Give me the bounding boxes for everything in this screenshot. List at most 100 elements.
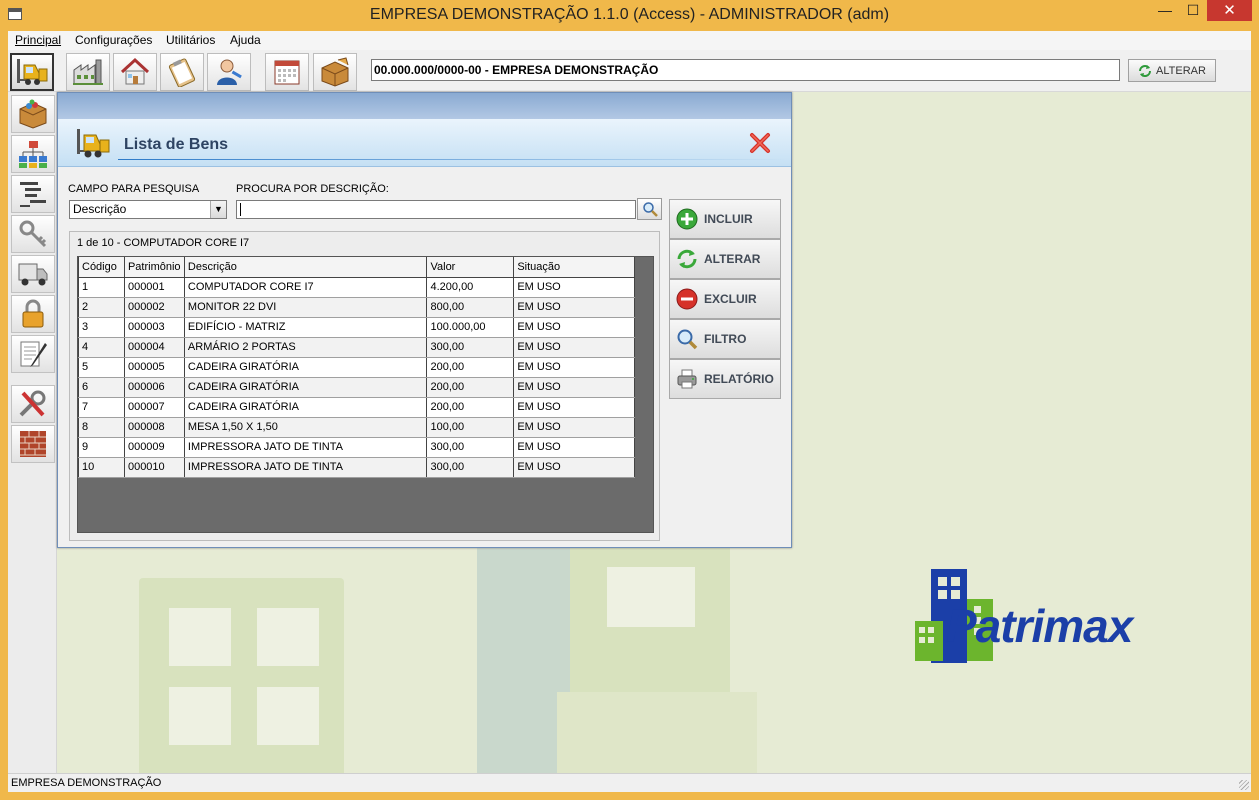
- alterar-company-button[interactable]: ALTERAR: [1128, 59, 1216, 82]
- forklift-icon: [17, 59, 48, 85]
- cell-patrimonio: 000004: [124, 337, 185, 358]
- truck-icon: [18, 263, 48, 286]
- cell-situacao: EM USO: [513, 297, 635, 318]
- table-row[interactable]: 7 000007 CADEIRA GIRATÓRIA 200,00 EM USO: [78, 397, 635, 418]
- cell-codigo: 5: [78, 357, 125, 378]
- menu-principal[interactable]: Principal: [15, 33, 61, 47]
- toolbar-factory-button[interactable]: [66, 53, 110, 91]
- filtro-button[interactable]: FILTRO: [669, 319, 781, 359]
- menu-bar: Principal Configurações Utilitários Ajud…: [8, 31, 1251, 50]
- toolbar-house-button[interactable]: [113, 53, 157, 91]
- sidebar-box-button[interactable]: [11, 95, 55, 133]
- window-title: EMPRESA DEMONSTRAÇÃO 1.1.0 (Access) - AD…: [369, 6, 890, 23]
- printer-icon: [677, 369, 697, 389]
- forklift-icon: [77, 129, 110, 158]
- keys-icon: [19, 220, 47, 248]
- box-icon: [321, 57, 349, 87]
- company-field[interactable]: 00.000.000/0000-00 - EMPRESA DEMONSTRAÇÃ…: [371, 59, 1120, 81]
- magnifier-icon: [677, 329, 698, 350]
- table-row[interactable]: 9 000009 IMPRESSORA JATO DE TINTA 300,00 EM …: [78, 437, 635, 458]
- title-bar[interactable]: EMPRESA DEMONSTRAÇÃO 1.1.0 (Access) - AD…: [0, 0, 1259, 31]
- cell-patrimonio: 000008: [124, 417, 185, 438]
- dialog-top-bar[interactable]: [58, 93, 791, 119]
- cell-situacao: EM USO: [513, 277, 635, 298]
- alterar-button[interactable]: ALTERAR: [669, 239, 781, 279]
- close-icon[interactable]: [748, 131, 772, 155]
- toolbar-bens-button[interactable]: [10, 53, 54, 91]
- cell-codigo: 3: [78, 317, 125, 338]
- menu-ajuda[interactable]: Ajuda: [230, 33, 261, 47]
- remove-icon: [676, 288, 698, 310]
- campo-pesquisa-select[interactable]: Descrição ▼: [69, 200, 227, 219]
- col-descricao[interactable]: Descrição: [183, 257, 428, 278]
- lista-de-bens-dialog: Lista de Bens CAMPO PARA PESQUISA PROCUR…: [57, 92, 792, 548]
- toolbar-calendar-button[interactable]: [265, 53, 309, 91]
- menu-utilitarios[interactable]: Utilitários: [166, 33, 215, 47]
- cell-situacao: EM USO: [513, 377, 635, 398]
- cell-codigo: 9: [78, 437, 125, 458]
- cell-descricao: EDIFÍCIO - MATRIZ: [184, 317, 428, 338]
- sidebar-document-button[interactable]: [11, 335, 55, 373]
- data-grid[interactable]: Código Patrimônio Descrição Valor Situaç…: [77, 256, 654, 533]
- col-patrimonio[interactable]: Patrimônio: [123, 257, 185, 278]
- cell-situacao: EM USO: [513, 397, 635, 418]
- table-body: 1 000001 COMPUTADOR CORE I7 4.200,00 EM USO …: [78, 277, 635, 478]
- table-row[interactable]: 1 000001 COMPUTADOR CORE I7 4.200,00 EM USO: [78, 277, 635, 298]
- cell-codigo: 6: [78, 377, 125, 398]
- close-button[interactable]: ✕: [1207, 0, 1252, 21]
- toolbar-clipboard-button[interactable]: [160, 53, 204, 91]
- cell-situacao: EM USO: [513, 457, 635, 478]
- cell-valor: 300,00: [426, 437, 515, 458]
- minimize-button[interactable]: —: [1152, 0, 1178, 21]
- table-row[interactable]: 6 000006 CADEIRA GIRATÓRIA 200,00 EM USO: [78, 377, 635, 398]
- table-row[interactable]: 10 000010 IMPRESSORA JATO DE TINTA 300,00 EM…: [78, 457, 635, 478]
- col-situacao[interactable]: Situação: [513, 257, 635, 278]
- table-row[interactable]: 3 000003 EDIFÍCIO - MATRIZ 100.000,00 EM USO: [78, 317, 635, 338]
- search-button[interactable]: [637, 198, 662, 220]
- sidebar-padlock-button[interactable]: [11, 295, 55, 333]
- search-input[interactable]: [236, 200, 636, 219]
- cell-descricao: IMPRESSORA JATO DE TINTA: [184, 437, 428, 458]
- bg-window: [257, 687, 319, 745]
- chevron-down-icon[interactable]: ▼: [210, 201, 226, 218]
- user-icon: [217, 59, 242, 85]
- incluir-button[interactable]: INCLUIR: [669, 199, 781, 239]
- cell-patrimonio: 000003: [124, 317, 185, 338]
- cell-situacao: EM USO: [513, 317, 635, 338]
- table-row[interactable]: 8 000008 MESA 1,50 X 1,50 100,00 EM USO: [78, 417, 635, 438]
- box-icon: [19, 99, 47, 129]
- cell-descricao: COMPUTADOR CORE I7: [184, 277, 428, 298]
- sidebar-truck-button[interactable]: [11, 255, 55, 293]
- menu-configuracoes[interactable]: Configurações: [75, 33, 152, 47]
- toolbar-user-button[interactable]: [207, 53, 251, 91]
- sidebar-keys-button[interactable]: [11, 215, 55, 253]
- resize-grip[interactable]: [1239, 780, 1249, 790]
- sidebar-org-chart-button[interactable]: [11, 135, 55, 173]
- cell-patrimonio: 000007: [124, 397, 185, 418]
- table-row[interactable]: 4 000004 ARMÁRIO 2 PORTAS 300,00 EM USO: [78, 337, 635, 358]
- table-row[interactable]: 2 000002 MONITOR 22 DVI 800,00 EM USO: [78, 297, 635, 318]
- toolbar-box-button[interactable]: [313, 53, 357, 91]
- cell-situacao: EM USO: [513, 417, 635, 438]
- sidebar: [8, 92, 57, 773]
- bg-window: [169, 687, 231, 745]
- relatorio-button[interactable]: RELATÓRIO: [669, 359, 781, 399]
- status-bar: EMPRESA DEMONSTRAÇÃO: [8, 773, 1251, 792]
- cell-codigo: 8: [78, 417, 125, 438]
- cell-situacao: EM USO: [513, 337, 635, 358]
- maximize-button[interactable]: ☐: [1180, 0, 1206, 21]
- col-valor[interactable]: Valor: [426, 257, 515, 278]
- col-codigo[interactable]: Código: [78, 257, 125, 278]
- cell-codigo: 7: [78, 397, 125, 418]
- cell-patrimonio: 000005: [124, 357, 185, 378]
- table-row[interactable]: 5 000005 CADEIRA GIRATÓRIA 200,00 EM USO: [78, 357, 635, 378]
- cell-valor: 800,00: [426, 297, 515, 318]
- sidebar-brick-wall-button[interactable]: [11, 425, 55, 463]
- cell-valor: 300,00: [426, 457, 515, 478]
- sidebar-tools-button[interactable]: [11, 385, 55, 423]
- toolbar: 00.000.000/0000-00 - EMPRESA DEMONSTRAÇÃ…: [8, 50, 1251, 92]
- cell-situacao: EM USO: [513, 357, 635, 378]
- excluir-button[interactable]: EXCLUIR: [669, 279, 781, 319]
- sidebar-tree-list-button[interactable]: [11, 175, 55, 213]
- cell-descricao: MESA 1,50 X 1,50: [184, 417, 428, 438]
